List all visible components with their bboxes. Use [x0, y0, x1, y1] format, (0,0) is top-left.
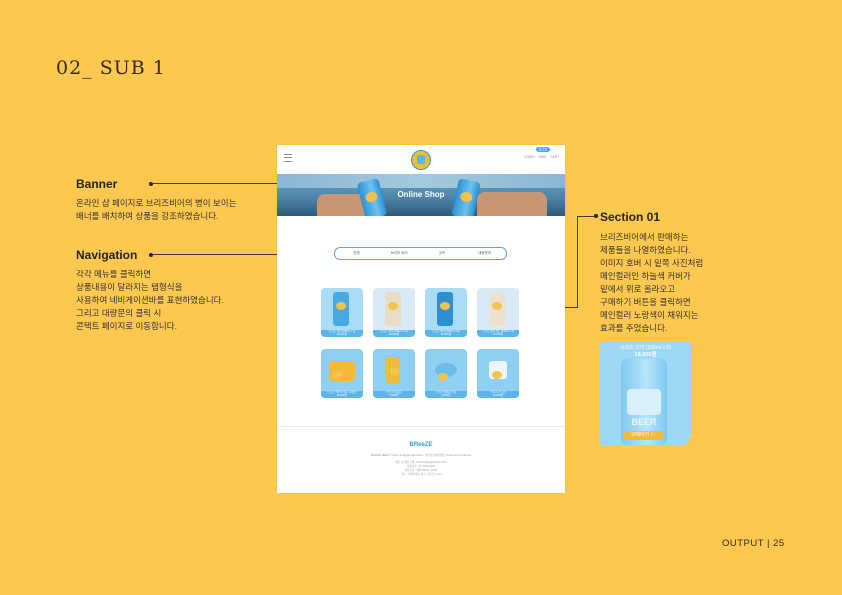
- product-hover-example-card[interactable]: 브리즈 비어 (355ml x 6) 18,000원 BEER 구매하기 ▷: [600, 342, 691, 446]
- product-caption: 브리즈 비어 세트 (355ml x 4) 14,000원: [477, 330, 519, 337]
- product-caption-price: 25,000원: [336, 394, 348, 398]
- section01-annotation-heading: Section 01: [600, 210, 661, 224]
- banner-title: Online Shop: [397, 190, 445, 199]
- section01-annotation-text: 브리즈비어에서 판매하는 제품들을 나열하였습니다. 이미지 호버 시 밑쪽 사…: [600, 232, 704, 333]
- product-caption-price: 14,000원: [492, 333, 504, 337]
- page-footer: OUTPUT | 25: [722, 538, 785, 549]
- product-can-image: [333, 292, 349, 326]
- product-caption: 브리즈 비어 (355ml x 12) 34,000원: [373, 330, 415, 337]
- product-caption: 브리즈 맥주잔 세트 (2개입) 25,000원: [321, 391, 363, 398]
- product-can-image: [385, 292, 401, 326]
- category-tab-bar: 전체 브리즈 비어 굿즈 대량문의: [334, 247, 507, 260]
- util-link-cart[interactable]: CART: [550, 155, 559, 159]
- login-chip[interactable]: 로그인: [536, 147, 550, 152]
- product-goods-image: [489, 361, 507, 379]
- banner-sky: [277, 174, 565, 188]
- product-caption-price: 8,000원: [389, 394, 399, 398]
- product-card[interactable]: 브리즈 비어 세트 (355ml x 4) 14,000원: [477, 288, 519, 337]
- product-can-image: [437, 292, 453, 326]
- util-link-join[interactable]: JOIN: [538, 155, 546, 159]
- product-caption: 브리즈 캔 홀더 8,000원: [373, 391, 415, 398]
- product-card[interactable]: 브리즈 머그컵 12,000원: [477, 349, 519, 398]
- tab-breeze-beer[interactable]: 브리즈 비어: [378, 248, 421, 259]
- section01-connector-bottom: [565, 307, 578, 308]
- shop-page-mockup: 로그인 LOGIN JOIN CART Online Shop 전체 브리즈 비…: [277, 145, 565, 493]
- product-card[interactable]: 브리즈 맥주잔 세트 (2개입) 25,000원: [321, 349, 363, 398]
- product-caption: 브리즈 비어 (355ml x 6) 18,000원: [321, 330, 363, 337]
- product-caption-price: 6,000원: [441, 394, 451, 398]
- footer-line: BREEZE BEER © 2021. All Rights Reserved.…: [370, 454, 472, 457]
- tab-bulk-inquiry[interactable]: 대량문의: [463, 248, 506, 259]
- navigation-annotation-heading: Navigation: [76, 248, 138, 262]
- buy-button[interactable]: 구매하기 ▷: [623, 431, 663, 440]
- mockup-footer: BReeZE BREEZE BEER © 2021. All Rights Re…: [277, 426, 565, 493]
- card-can-label-area: [627, 389, 661, 415]
- product-caption-price: 66,000원: [440, 333, 452, 337]
- product-caption: 브리즈 머그컵 12,000원: [477, 391, 519, 398]
- card-can-label: BEER: [631, 417, 657, 427]
- section01-connector-top: [577, 216, 595, 217]
- product-caption-price: 18,000원: [336, 333, 348, 337]
- product-card[interactable]: 브리즈 비어 (355ml x 12) 34,000원: [373, 288, 415, 337]
- product-goods-image: [329, 361, 355, 381]
- product-caption: 브리즈 비어 (355ml x 24) 66,000원: [425, 330, 467, 337]
- tab-all[interactable]: 전체: [335, 248, 378, 259]
- product-caption-price: 12,000원: [492, 394, 504, 398]
- banner-annotation-heading: Banner: [76, 177, 118, 191]
- mockup-header: 로그인 LOGIN JOIN CART: [277, 145, 565, 174]
- product-goods-image: [386, 357, 400, 383]
- product-caption-price: 34,000원: [388, 333, 400, 337]
- product-card[interactable]: 브리즈 병따개 키링 6,000원: [425, 349, 467, 398]
- navigation-annotation-text: 각각 메뉴를 클릭하면 상품내용이 달라지는 탭형식을 사용하여 네비게이션바를…: [76, 269, 224, 331]
- online-shop-banner: Online Shop: [277, 174, 565, 216]
- util-link-login[interactable]: LOGIN: [524, 155, 535, 159]
- card-price: 18,000원: [634, 352, 657, 358]
- product-card[interactable]: 브리즈 비어 (355ml x 24) 66,000원: [425, 288, 467, 337]
- banner-annotation-connector: [151, 183, 277, 184]
- banner-annotation-text: 온라인 샵 페이지로 브리즈비어의 병이 보이는 배너를 배치하여 상품을 강조…: [76, 198, 237, 221]
- page-title: 02_ SUB 1: [56, 57, 166, 79]
- product-caption: 브리즈 병따개 키링 6,000원: [425, 391, 467, 398]
- footer-line: 주소 : 서울특별시 중구 브리즈로 123: [401, 473, 441, 476]
- hamburger-menu-icon[interactable]: [284, 154, 292, 162]
- product-card[interactable]: 브리즈 비어 (355ml x 6) 18,000원: [321, 288, 363, 337]
- product-can-image: [489, 292, 505, 326]
- brand-logo-icon[interactable]: [411, 150, 431, 170]
- footer-logo[interactable]: BReeZE: [277, 442, 565, 448]
- product-card[interactable]: 브리즈 캔 홀더 8,000원: [373, 349, 415, 398]
- product-goods-image: [435, 363, 457, 381]
- tab-goods[interactable]: 굿즈: [421, 248, 464, 259]
- section01-connector-vertical: [577, 216, 578, 308]
